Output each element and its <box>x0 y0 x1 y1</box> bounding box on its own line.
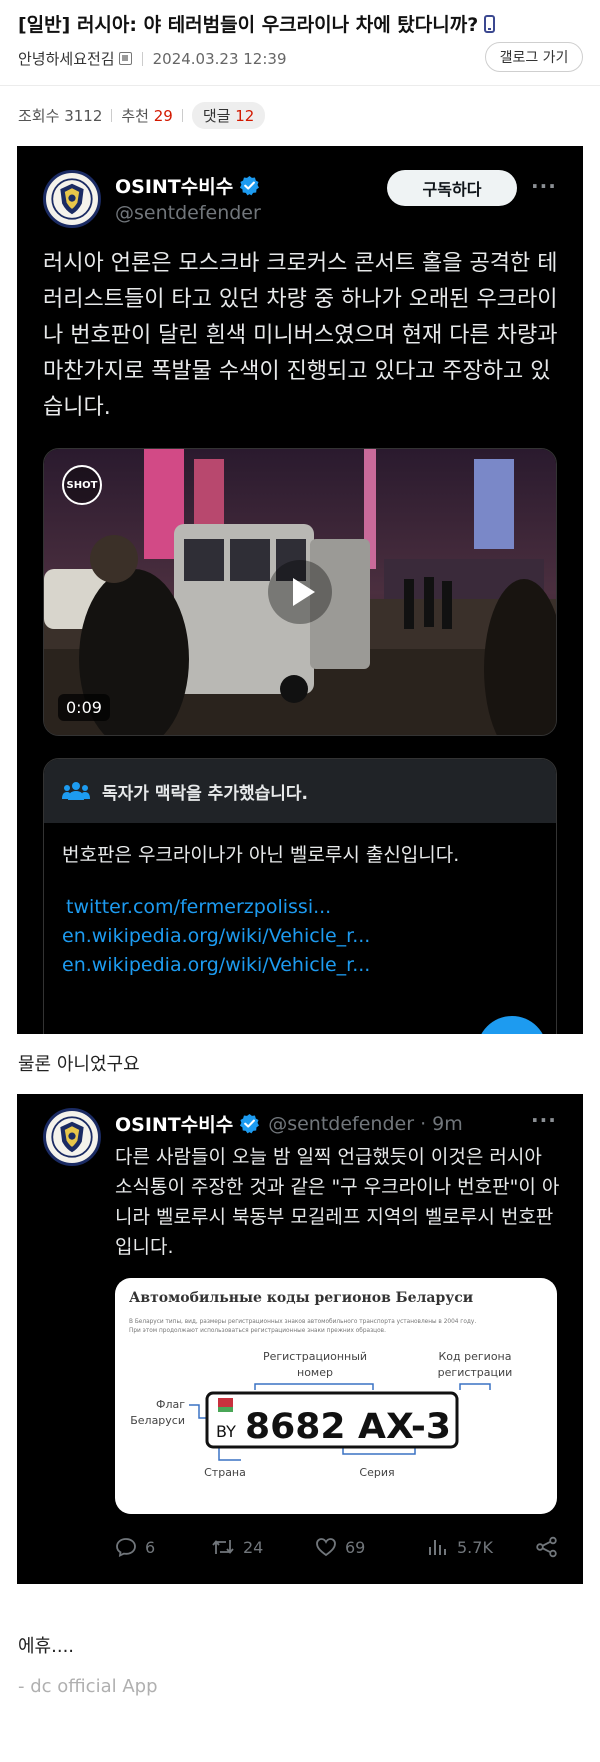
heart-icon <box>316 1538 336 1557</box>
people-icon <box>62 782 90 800</box>
tweet-screenshot-1: OSINT수비수 @sentdefender 구독하다 ··· 러시아 언론은 … <box>17 146 583 1034</box>
tweet-image[interactable]: Автомобильные коды регионов Беларуси В Б… <box>115 1278 557 1514</box>
stats-divider <box>181 109 183 122</box>
verified-badge-icon <box>240 1113 260 1134</box>
shield-logo-icon <box>48 175 96 223</box>
views-button[interactable]: 5.7K <box>427 1536 493 1558</box>
plate-number: 8682 AX-3 <box>245 1407 451 1447</box>
tweet-text: 다른 사람들이 오늘 밤 일찍 언급했듯이 이것은 러시아 소식통이 주장한 것… <box>115 1146 560 1258</box>
tweet-text: 러시아 언론은 모스크바 크로커스 콘서트 홀을 공격한 테러리스트들이 타고 … <box>43 251 558 420</box>
source-link[interactable]: twitter.com/fermerzpolissi... <box>62 893 538 922</box>
reply-count: 6 <box>145 1537 156 1557</box>
comments-button[interactable]: 댓글 12 <box>191 102 266 129</box>
user-badge-icon <box>118 52 132 65</box>
views-label: 조회수 <box>18 107 60 125</box>
video-duration: 0:09 <box>58 694 110 721</box>
account-handle[interactable]: @sentdefender <box>115 202 261 224</box>
verified-badge-icon <box>240 175 260 196</box>
app-signature: - dc official App <box>18 1676 158 1697</box>
community-note-title: 독자가 맥락을 추가했습니다. <box>102 783 308 804</box>
recommend-label: 추천 <box>121 107 149 125</box>
play-icon[interactable] <box>268 560 332 624</box>
comments-label: 댓글 <box>202 107 231 125</box>
comments-count: 12 <box>235 107 255 125</box>
source-link[interactable]: en.wikipedia.org/wiki/Vehicle_r... <box>62 951 538 980</box>
post-date: 2024.03.23 12:39 <box>152 49 287 68</box>
account-name-text: OSINT수비수 <box>115 1114 234 1136</box>
video-player[interactable]: SHOT 0:09 <box>43 448 557 736</box>
retweet-button[interactable]: 24 <box>211 1536 263 1558</box>
label-region-code: Код региона <box>439 1350 512 1363</box>
like-button[interactable]: 69 <box>315 1536 365 1558</box>
recommend-count: 29 <box>153 106 173 125</box>
account-name[interactable]: OSINT수비수 <box>115 1110 260 1137</box>
retweet-count: 24 <box>243 1537 264 1557</box>
post-header: [일반] 러시아: 야 테러범들이 우크라이나 차에 탔다니까? 안녕하세요전김… <box>0 0 600 86</box>
label-country: Страна <box>204 1466 246 1479</box>
post-title-text: [일반] 러시아: 야 테러범들이 우크라이나 차에 탔다니까? <box>18 14 479 36</box>
image-fineprint: При этом продолжают использоваться регис… <box>129 1328 386 1334</box>
label-region-code: регистрации <box>438 1366 513 1379</box>
reply-icon <box>116 1538 136 1558</box>
mobile-phone-icon <box>484 15 496 33</box>
post-meta: 안녕하세요전김 2024.03.23 12:39 <box>18 48 287 69</box>
belarus-plate-diagram: Автомобильные коды регионов Беларуси В Б… <box>129 1290 513 1479</box>
plate-country-code: BY <box>216 1422 236 1441</box>
tweet-screenshot-2: OSINT수비수 @sentdefender · 9m ··· 다른 사람들이 … <box>17 1094 583 1584</box>
video-source-badge: SHOT <box>62 465 102 505</box>
meta-divider <box>141 51 143 66</box>
post-body-line: 물론 아니었구요 <box>18 1054 140 1075</box>
more-options-icon[interactable]: ··· <box>531 174 557 198</box>
author-name[interactable]: 안녕하세요전김 <box>18 48 115 69</box>
source-link[interactable]: en.wikipedia.org/wiki/Vehicle_r... <box>62 922 538 951</box>
avatar <box>43 1108 101 1166</box>
handle-and-time[interactable]: @sentdefender · 9m <box>268 1113 463 1135</box>
tweet-actions: 6 24 69 5.7K <box>115 1536 565 1566</box>
views-count: 3112 <box>64 106 103 125</box>
gallery-log-button[interactable]: 갤로그 가기 <box>485 42 583 72</box>
image-fineprint: В Беларуси типы, вид, размеры регистраци… <box>129 1319 476 1325</box>
label-flag: Флаг <box>156 1398 185 1411</box>
label-registration: Регистрационный <box>263 1350 367 1363</box>
label-registration: номер <box>297 1366 333 1379</box>
shield-logo-icon <box>48 1113 96 1161</box>
retweet-icon <box>212 1540 234 1554</box>
view-count: 5.7K <box>457 1537 493 1557</box>
community-note-body: 번호판은 우크라이나가 아닌 벨로루시 출신입니다. twitter.com/f… <box>44 823 556 980</box>
share-button[interactable] <box>535 1536 567 1558</box>
avatar <box>43 170 101 228</box>
post-title: [일반] 러시아: 야 테러범들이 우크라이나 차에 탔다니까? <box>18 10 496 37</box>
label-series: Серия <box>359 1466 394 1479</box>
share-icon <box>536 1536 557 1558</box>
reply-button[interactable]: 6 <box>115 1536 155 1558</box>
image-title: Автомобильные коды регионов Беларуси <box>129 1290 473 1306</box>
bar-chart-icon <box>429 1540 446 1555</box>
stats-divider <box>111 109 113 122</box>
tweet-header: OSINT수비수 @sentdefender · 9m <box>115 1110 463 1137</box>
post-body-line: 에휴.... <box>18 1636 75 1657</box>
post-stats: 조회수 3112 추천 29 댓글 12 <box>18 102 266 129</box>
subscribe-button[interactable]: 구독하다 <box>387 170 517 206</box>
community-note-text: 번호판은 우크라이나가 아닌 벨로루시 출신입니다. <box>62 844 460 866</box>
like-count: 69 <box>345 1537 366 1557</box>
community-note-header: 독자가 맥락을 추가했습니다. <box>44 759 556 823</box>
account-name-text: OSINT수비수 <box>115 176 234 198</box>
more-options-icon[interactable]: ··· <box>531 1108 557 1132</box>
label-flag: Беларуси <box>130 1414 185 1427</box>
community-note: 독자가 맥락을 추가했습니다. 번호판은 우크라이나가 아닌 벨로루시 출신입니… <box>43 758 557 1034</box>
account-name[interactable]: OSINT수비수 <box>115 172 260 199</box>
